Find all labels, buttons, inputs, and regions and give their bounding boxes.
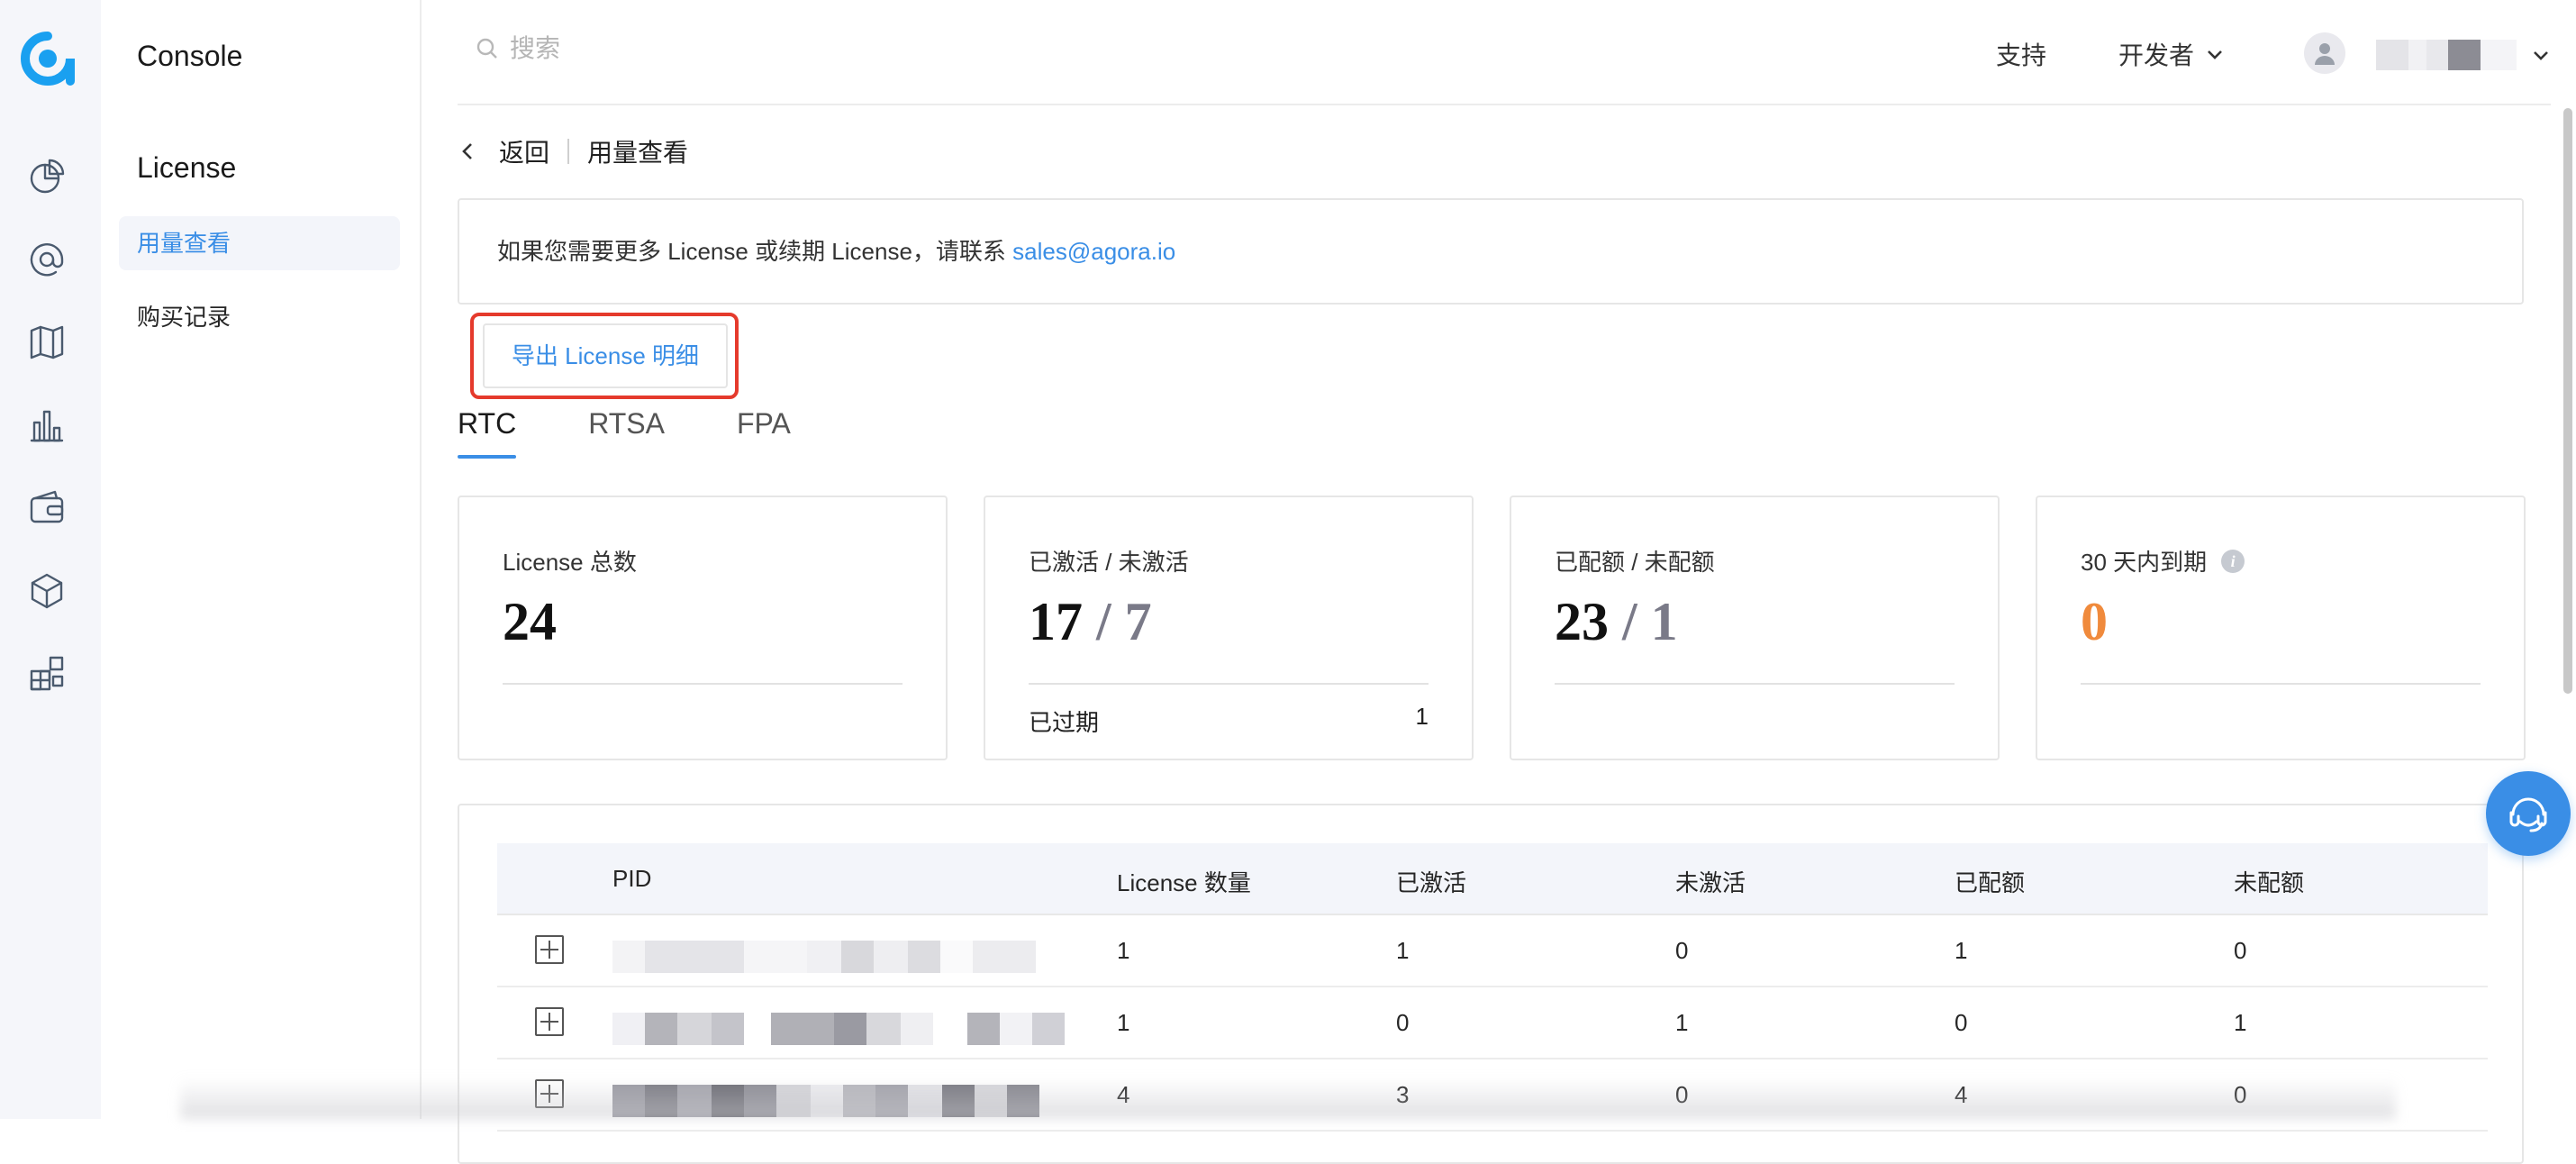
- sales-email-link[interactable]: sales@agora.io: [1012, 238, 1175, 265]
- notice-text: 如果您需要更多 License 或续期 License，请联系: [497, 238, 1013, 265]
- divider: [2081, 683, 2481, 685]
- column-header: 已激活: [1396, 869, 1467, 896]
- support-link[interactable]: 支持: [1996, 36, 2046, 72]
- wallet-icon[interactable]: [23, 485, 70, 532]
- divider: [567, 139, 570, 164]
- cell-count: 1: [1117, 937, 1130, 964]
- cell-inactive: 0: [1675, 937, 1689, 964]
- highlight-box: 导出 License 明细: [470, 313, 739, 399]
- column-header: License 数量: [1117, 869, 1251, 896]
- expired-label: 已过期: [1029, 709, 1100, 736]
- secondary-sidebar: Console License 用量查看 购买记录: [101, 0, 422, 1119]
- search-icon: [476, 38, 497, 59]
- chevron-down-icon: [2208, 50, 2222, 59]
- map-icon[interactable]: [23, 319, 70, 366]
- breadcrumb: 返回 用量查看: [458, 133, 688, 169]
- expand-row-icon[interactable]: [535, 1007, 564, 1036]
- widgets-icon[interactable]: [23, 650, 70, 697]
- search-input[interactable]: [510, 34, 960, 63]
- headset-icon: [2509, 797, 2547, 832]
- username-redacted: [2408, 40, 2426, 70]
- customer-support-button[interactable]: [2486, 771, 2571, 856]
- username-redacted: [2481, 40, 2517, 70]
- divider: [1029, 683, 1429, 685]
- at-sign-icon[interactable]: [23, 236, 70, 283]
- slash: /: [1083, 592, 1125, 651]
- agora-logo-icon[interactable]: [20, 31, 76, 86]
- pid-redacted: [612, 1013, 1065, 1045]
- expiring-count: 0: [2081, 592, 2108, 651]
- column-header: 已配额: [1955, 869, 2026, 896]
- cell-quota: 1: [1955, 937, 1968, 964]
- developer-label: 开发者: [2118, 41, 2195, 69]
- tab-fpa[interactable]: FPA: [737, 407, 791, 459]
- stat-value: 23 / 1: [1555, 591, 1678, 653]
- cell-activated: 0: [1396, 1009, 1410, 1036]
- cell-count: 1: [1117, 1009, 1130, 1036]
- stat-card-expiring: 30 天内到期 i 0: [2036, 496, 2526, 760]
- sidebar-item-usage[interactable]: 用量查看: [119, 216, 400, 270]
- scrollbar[interactable]: [2563, 108, 2572, 694]
- app-title: Console: [137, 40, 243, 72]
- cube-icon[interactable]: [23, 568, 70, 614]
- top-bar: 支持 开发者: [422, 0, 2576, 105]
- username-redacted: [2376, 40, 2408, 70]
- icon-rail: [0, 0, 101, 1119]
- stat-card-quota: 已配额 / 未配额 23 / 1: [1510, 496, 2000, 760]
- chevron-left-icon[interactable]: [458, 141, 479, 162]
- inactive-count: 7: [1124, 592, 1152, 651]
- username-redacted: [2426, 40, 2448, 70]
- activated-count: 17: [1029, 592, 1083, 651]
- pid-redacted: [612, 941, 1036, 973]
- table-row[interactable]: 1 0 1 0 1: [497, 987, 2488, 1059]
- cell-unquota: 1: [2234, 1009, 2247, 1036]
- avatar[interactable]: [2304, 32, 2345, 74]
- column-header: PID: [612, 865, 652, 892]
- stat-label-row: 30 天内到期 i: [2081, 544, 2245, 577]
- stat-label: 30 天内到期: [2081, 549, 2208, 576]
- cell-activated: 1: [1396, 937, 1410, 964]
- stat-value: 17 / 7: [1029, 591, 1152, 653]
- sidebar-section-title: License: [137, 151, 237, 184]
- developer-menu[interactable]: 开发者: [2118, 36, 2225, 72]
- page-title: 用量查看: [587, 139, 689, 167]
- unquota-count: 1: [1650, 592, 1678, 651]
- stat-label: 已配额 / 未配额: [1555, 549, 1715, 576]
- search-box: [476, 34, 960, 63]
- user-icon: [2315, 43, 2335, 65]
- expand-row-icon[interactable]: [535, 935, 564, 964]
- column-header: 未配额: [2234, 869, 2305, 896]
- tab-rtsa[interactable]: RTSA: [588, 407, 665, 459]
- sidebar-item-purchase-history[interactable]: 购买记录: [119, 290, 400, 344]
- divider: [503, 683, 903, 685]
- table-header: PID License 数量 已激活 未激活 已配额 未配额: [497, 843, 2488, 915]
- stat-label: 已激活 / 未激活: [1029, 549, 1189, 576]
- stat-value: 0: [2081, 591, 2108, 653]
- chevron-down-icon[interactable]: [2531, 45, 2551, 65]
- divider: [1555, 683, 1955, 685]
- stat-card-activation: 已激活 / 未激活 17 / 7 已过期 1: [984, 496, 1474, 760]
- quota-count: 23: [1555, 592, 1609, 651]
- cell-unquota: 0: [2234, 937, 2247, 964]
- window-shadow: [180, 1078, 2396, 1119]
- column-header: 未激活: [1675, 869, 1746, 896]
- stat-label: License 总数: [503, 549, 637, 576]
- cell-quota: 0: [1955, 1009, 1968, 1036]
- pie-chart-icon[interactable]: [23, 153, 70, 200]
- bar-chart-icon[interactable]: [23, 402, 70, 449]
- info-icon[interactable]: i: [2221, 549, 2245, 573]
- username-redacted: [2448, 40, 2481, 70]
- export-license-button[interactable]: 导出 License 明细: [483, 323, 728, 388]
- cell-inactive: 1: [1675, 1009, 1689, 1036]
- tab-rtc[interactable]: RTC: [458, 407, 517, 459]
- slash: /: [1609, 592, 1651, 651]
- table-row[interactable]: 1 1 0 1 0: [497, 915, 2488, 987]
- expired-value: 1: [1415, 703, 1429, 730]
- stat-value: 24: [503, 592, 557, 651]
- divider: [458, 104, 2551, 105]
- back-link[interactable]: 返回: [499, 133, 549, 169]
- stat-card-total: License 总数 24: [458, 496, 948, 760]
- product-tabs: RTC RTSA FPA: [458, 407, 791, 459]
- contact-notice: 如果您需要更多 License 或续期 License，请联系 sales@ag…: [458, 198, 2524, 305]
